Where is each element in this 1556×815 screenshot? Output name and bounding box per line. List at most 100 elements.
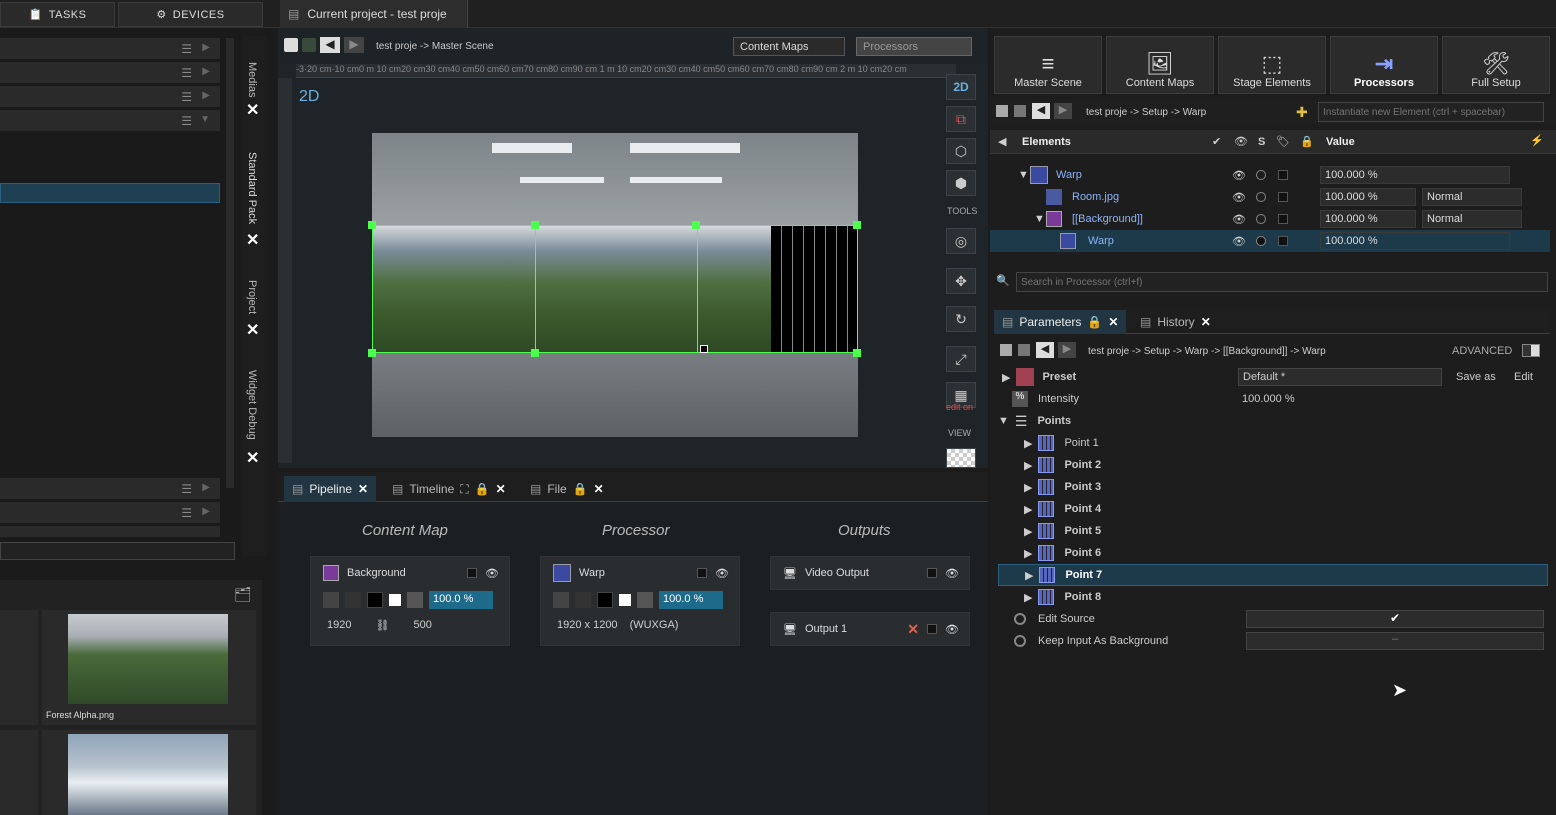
lock-icon[interactable] <box>996 105 1008 117</box>
list-row[interactable]: ☰ ▶ <box>0 38 220 60</box>
lock-icon[interactable] <box>1000 344 1012 356</box>
mode-2d-button[interactable]: 2D <box>946 74 976 100</box>
warp-handle[interactable] <box>368 221 376 229</box>
solo-radio[interactable] <box>1256 236 1266 246</box>
save-as-button[interactable]: Save as <box>1452 369 1500 385</box>
point-row[interactable]: ▶ Point 4 <box>998 498 1548 520</box>
document-tab[interactable]: ▤ Current project - test proje <box>280 0 468 28</box>
canvas[interactable] <box>368 133 861 437</box>
solo-toggle[interactable] <box>467 568 478 578</box>
opacity-field[interactable]: 100.0 % <box>659 591 723 609</box>
point-row[interactable]: ▶ Point 1 <box>998 432 1548 454</box>
search-input[interactable] <box>1016 272 1548 292</box>
element-row[interactable]: Room.jpg 👁 100.000 % Normal <box>990 186 1550 208</box>
thumbnail[interactable] <box>0 730 38 815</box>
keep-input-checkbox[interactable]: – <box>1246 632 1544 650</box>
forward-arrow-icon[interactable]: ▶ <box>1058 342 1076 358</box>
opacity-field[interactable]: 100.000 % <box>1320 188 1416 206</box>
solo-radio[interactable] <box>1256 214 1266 224</box>
preset-select[interactable]: Default * <box>1238 368 1442 386</box>
tab-medias[interactable]: Medias <box>246 62 258 97</box>
record-icon[interactable] <box>302 38 316 52</box>
chevron-right-icon[interactable]: ▶ <box>1024 591 1032 604</box>
eye-icon[interactable]: 👁 <box>715 567 729 580</box>
eye-icon[interactable]: 👁 <box>1232 191 1246 204</box>
full-setup-button[interactable]: 🛠 Full Setup <box>1442 36 1550 94</box>
point-row[interactable]: ▶ Point 5 <box>998 520 1548 542</box>
chevron-right-icon[interactable]: ▶ <box>1024 503 1032 516</box>
eye-icon[interactable]: 👁 <box>1232 213 1246 226</box>
advanced-toggle[interactable] <box>1522 344 1540 357</box>
close-icon[interactable]: ✕ <box>1108 315 1118 329</box>
crumb-processors[interactable]: Processors <box>856 37 972 56</box>
list-row[interactable]: ☰ ▼ <box>0 110 220 132</box>
lock-icon[interactable]: 🔒 <box>573 482 588 496</box>
chevron-down-icon[interactable]: ▼ <box>998 415 1009 427</box>
element-row[interactable]: ▼ [[Background]] 👁 100.000 % Normal <box>990 208 1550 230</box>
target-icon[interactable]: ◎ <box>946 228 976 254</box>
warp-handle[interactable] <box>531 221 539 229</box>
list-row[interactable] <box>0 526 220 538</box>
processor-node[interactable]: Warp 👁 100.0 % 1920 x 1200 (WUXGA) <box>540 556 740 646</box>
list-row[interactable]: ☰ ▶ <box>0 62 220 84</box>
solo-radio[interactable] <box>1256 192 1266 202</box>
chevron-right-icon[interactable]: ▶ <box>1025 569 1033 582</box>
chevron-right-icon[interactable]: ▶ <box>1024 481 1032 494</box>
tab-history[interactable]: ▤ History ✕ <box>1132 310 1219 334</box>
back-arrow-icon[interactable]: ◀ <box>1036 342 1054 358</box>
list-row[interactable]: ☰ ▶ <box>0 502 220 524</box>
tab-file[interactable]: ▤ File 🔒 ✕ <box>522 476 612 502</box>
point-row[interactable]: ▶ Point 6 <box>998 542 1548 564</box>
opacity-field[interactable]: 100.000 % <box>1320 166 1510 184</box>
resolution-field[interactable]: 1920 x 1200 <box>557 619 618 631</box>
point-row-selected[interactable]: ▶ Point 7 <box>998 564 1548 586</box>
close-icon[interactable]: ✕ <box>246 448 259 468</box>
thumbnail[interactable]: Forest Alpha.png <box>42 610 256 725</box>
color-swatch[interactable] <box>1278 236 1288 246</box>
opacity-field[interactable]: 100.000 % <box>1320 232 1510 250</box>
info-icon[interactable] <box>553 592 569 608</box>
blend-mode-select[interactable]: Normal <box>1422 210 1522 228</box>
warp-handle[interactable] <box>853 349 861 357</box>
checker-icon[interactable] <box>946 448 976 468</box>
height-field[interactable]: 500 <box>413 619 431 631</box>
folder-icon[interactable] <box>1014 105 1026 117</box>
chevron-right-icon[interactable]: ▶ <box>1024 525 1032 538</box>
output-1-node[interactable]: 🖥 Output 1 ✕ 👁 <box>770 612 970 646</box>
close-icon[interactable]: ✕ <box>358 482 368 496</box>
edit-source-checkbox[interactable]: ✔ <box>1246 610 1544 628</box>
point-row[interactable]: ▶ Point 3 <box>998 476 1548 498</box>
tab-parameters[interactable]: ▤ Parameters 🔒 ✕ <box>994 310 1127 334</box>
thumbnail[interactable] <box>42 730 256 815</box>
processors-button[interactable]: ⇥ Processors <box>1330 36 1438 94</box>
tag-icon[interactable]: 🏷 <box>1276 135 1290 148</box>
close-icon[interactable]: ✕ <box>496 482 506 496</box>
pause-icon[interactable] <box>407 592 423 608</box>
opacity-field[interactable]: 100.0 % <box>429 591 493 609</box>
black-swatch[interactable] <box>597 592 613 608</box>
video-output-node[interactable]: 🖥 Video Output 👁 <box>770 556 970 590</box>
info-icon[interactable] <box>323 592 339 608</box>
list-row[interactable]: ☰ ▶ <box>0 86 220 108</box>
warp-handle[interactable] <box>368 349 376 357</box>
content-maps-button[interactable]: 🖼 Content Maps <box>1106 36 1214 94</box>
close-icon[interactable]: ✕ <box>246 100 259 120</box>
cross-icon[interactable] <box>575 592 591 608</box>
tab-widget-debug[interactable]: Widget Debug <box>246 370 258 440</box>
solo-radio[interactable] <box>1256 170 1266 180</box>
back-arrow-icon[interactable]: ◀ <box>320 37 340 53</box>
warp-handle-selected[interactable] <box>700 345 708 353</box>
color-swatch[interactable] <box>1278 214 1288 224</box>
black-swatch[interactable] <box>367 592 383 608</box>
back-arrow-icon[interactable]: ◀ <box>1032 103 1050 119</box>
close-icon[interactable]: ✕ <box>594 482 604 496</box>
chevron-right-icon[interactable]: ▶ <box>1024 437 1032 450</box>
left-input[interactable] <box>0 542 235 560</box>
instantiate-input[interactable] <box>1318 102 1544 122</box>
chevron-right-icon[interactable]: ▶ <box>1024 547 1032 560</box>
blend-mode-select[interactable]: Normal <box>1422 188 1522 206</box>
color-swatch[interactable] <box>1278 192 1288 202</box>
eye-icon[interactable]: 👁 <box>1232 235 1246 248</box>
lock-icon[interactable]: 🔒 <box>1300 135 1314 148</box>
fit-icon[interactable]: ⛶ <box>460 482 468 497</box>
